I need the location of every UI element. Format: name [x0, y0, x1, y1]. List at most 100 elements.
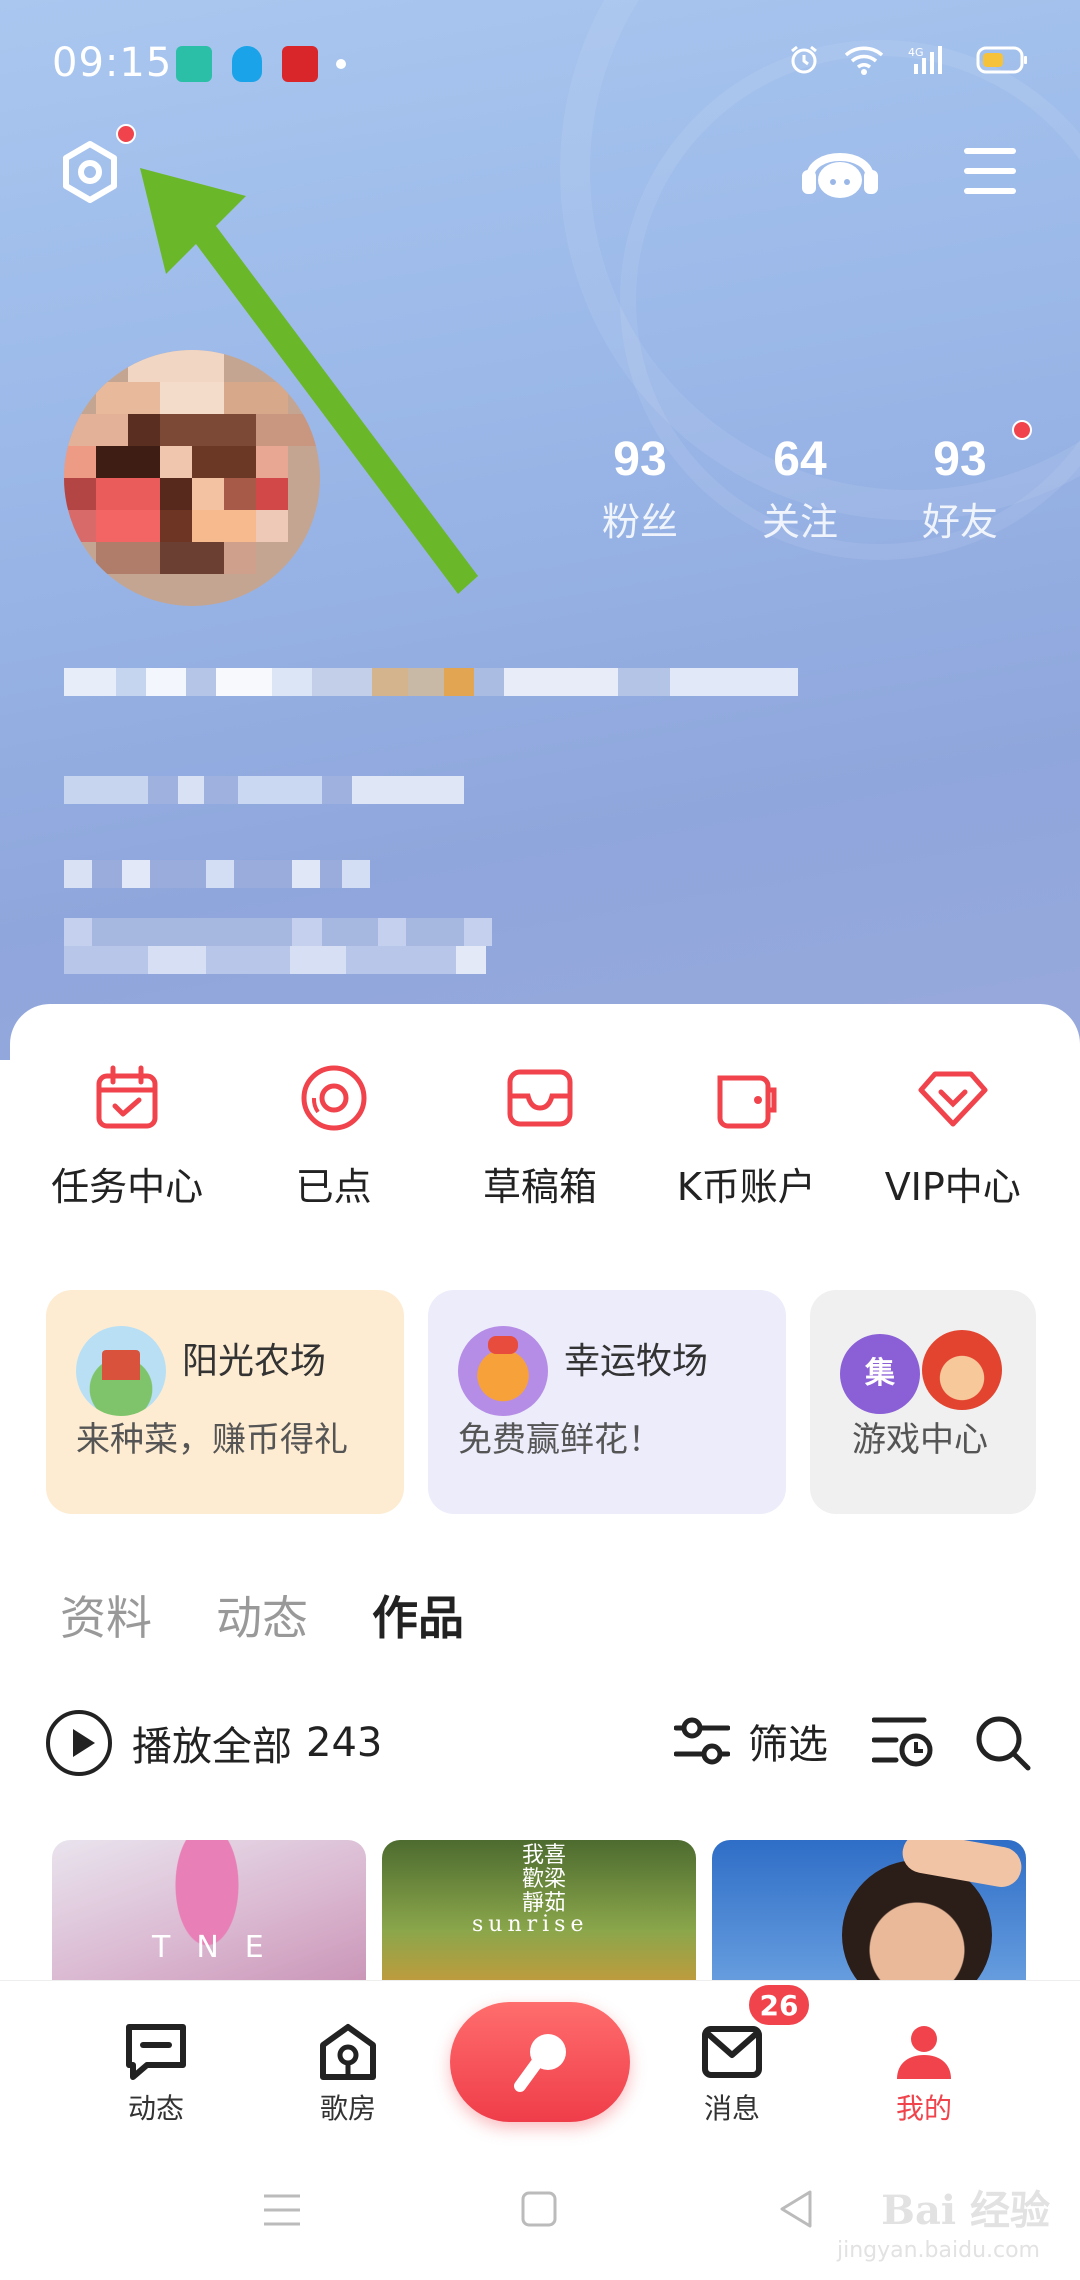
headset-icon — [802, 153, 878, 198]
diamond-icon — [918, 1071, 988, 1127]
work-cover-text: 我喜歡梁靜茹 — [522, 1843, 567, 1916]
recents-icon[interactable] — [262, 2192, 302, 2228]
filter-button[interactable]: 筛选 — [674, 1712, 828, 1770]
svg-text:4G: 4G — [908, 46, 924, 59]
work-cover[interactable]: TNE — [52, 1840, 366, 1990]
farm-icon — [76, 1326, 166, 1416]
following-stat[interactable]: 64 关注 — [720, 432, 880, 546]
nav-feed-label: 动态 — [127, 2092, 184, 2125]
drafts-label: 草稿箱 — [482, 1165, 597, 1209]
nav-feed[interactable]: 动态 — [96, 2021, 216, 2127]
works-grid: TNE 我喜歡梁靜茹 sunrise — [52, 1840, 1026, 1990]
lucky-ranch-subtitle: 免费赢鲜花！ — [458, 1420, 662, 1460]
obscured-bio-line-4 — [64, 946, 486, 974]
status-bar: 09:15 4G — [0, 0, 1080, 130]
settings-button[interactable] — [58, 140, 122, 204]
nav-rooms-label: 歌房 — [319, 2092, 376, 2125]
game-tile-text: 集 — [865, 1356, 895, 1391]
played-label: 已点 — [295, 1165, 372, 1209]
friends-label: 好友 — [921, 500, 998, 544]
alarm-icon — [791, 45, 817, 74]
play-icon — [46, 1710, 112, 1776]
notification-dot — [336, 59, 346, 69]
sunshine-farm-title: 阳光农场 — [182, 1341, 327, 1382]
work-cover-subtext: sunrise — [472, 1912, 589, 1937]
tab-works[interactable]: 作品 — [372, 1582, 464, 1648]
vip-center-label: VIP中心 — [884, 1165, 1021, 1209]
obscured-bio-line-3 — [64, 918, 492, 946]
nav-messages[interactable]: 消息 — [672, 2021, 792, 2127]
watermark-url: jingyan.baidu.com — [836, 2238, 1040, 2263]
qq-icon — [232, 46, 262, 82]
friends-stat[interactable]: 93 好友 — [880, 420, 1040, 546]
game-center-card[interactable]: 集 游戏中心 — [810, 1290, 1036, 1514]
ranch-icon — [458, 1326, 548, 1416]
status-time: 09:15 — [52, 40, 173, 86]
watermark-logo: Bai 经验 — [881, 2187, 1050, 2234]
inbox-icon — [507, 1069, 573, 1127]
messages-badge: 26 — [746, 1982, 812, 2028]
lucky-ranch-card[interactable]: 幸运牧场 免费赢鲜花！ — [428, 1290, 786, 1514]
obscured-bio-line-2 — [64, 860, 370, 888]
task-center-label: 任务中心 — [51, 1165, 204, 1209]
nav-rooms[interactable]: 歌房 — [288, 2021, 408, 2127]
boss-zhipin-icon — [176, 46, 212, 82]
disc-icon — [301, 1065, 367, 1131]
fans-label: 粉丝 — [601, 500, 678, 544]
filter-icon — [674, 1717, 730, 1765]
sunshine-farm-subtitle: 来种菜，赚币得礼 — [76, 1420, 348, 1460]
game-tile-icon: 集 — [840, 1334, 920, 1414]
microphone-icon — [514, 2034, 566, 2092]
obscured-username — [64, 668, 798, 696]
wifi-icon — [844, 46, 884, 75]
playlist-history-icon[interactable] — [872, 1714, 934, 1770]
search-icon[interactable] — [974, 1714, 1032, 1772]
play-all-button[interactable]: 播放全部 243 — [46, 1710, 382, 1776]
quick-actions: 任务中心 已点 草稿箱 K币账户 VIP中心 — [0, 1062, 1080, 1211]
back-icon[interactable] — [778, 2188, 814, 2230]
record-button[interactable] — [450, 2002, 630, 2122]
mail-icon — [702, 2026, 762, 2078]
game-center-label: 游戏中心 — [852, 1420, 988, 1460]
work-cover[interactable]: 我喜歡梁靜茹 sunrise — [382, 1840, 696, 1990]
gear-icon — [63, 141, 117, 203]
obscured-bio-line-1 — [64, 776, 464, 804]
following-count: 64 — [773, 433, 827, 486]
headset-button[interactable] — [800, 140, 880, 204]
game-character-icon — [922, 1330, 1002, 1410]
lucky-ranch-title: 幸运牧场 — [564, 1341, 709, 1382]
battery-icon — [976, 46, 1027, 74]
wallet-icon — [717, 1075, 777, 1129]
house-icon — [320, 2024, 376, 2080]
following-label: 关注 — [761, 500, 838, 544]
chat-bubble-icon — [126, 2024, 186, 2080]
work-cover[interactable] — [712, 1840, 1026, 1990]
profile-tabs: 资料 动态 作品 — [60, 1582, 464, 1648]
works-count: 243 — [306, 1720, 383, 1766]
played-button[interactable]: 已点 — [239, 1062, 429, 1211]
menu-button[interactable] — [962, 146, 1018, 196]
vip-center-button[interactable]: VIP中心 — [858, 1062, 1048, 1211]
nav-messages-label: 消息 — [703, 2092, 760, 2125]
profile-stats: 93 粉丝 64 关注 93 好友 — [560, 420, 1040, 546]
calendar-check-icon — [96, 1065, 158, 1129]
fans-count: 93 — [613, 433, 667, 486]
sunshine-farm-card[interactable]: 阳光农场 来种菜，赚币得礼 — [46, 1290, 404, 1514]
settings-notification-dot — [116, 124, 136, 144]
tab-activity[interactable]: 动态 — [216, 1582, 308, 1648]
friends-count: 93 — [933, 433, 987, 486]
menu-icon — [964, 148, 1016, 194]
drafts-button[interactable]: 草稿箱 — [445, 1062, 635, 1211]
home-icon[interactable] — [520, 2190, 558, 2228]
works-toolbar: 播放全部 243 筛选 — [46, 1706, 1036, 1782]
app-icon — [282, 46, 318, 82]
fans-stat[interactable]: 93 粉丝 — [560, 432, 720, 546]
tab-profile-info[interactable]: 资料 — [60, 1582, 152, 1648]
avatar[interactable] — [64, 350, 320, 606]
task-center-button[interactable]: 任务中心 — [32, 1062, 222, 1211]
kcoin-account-button[interactable]: K币账户 — [651, 1062, 841, 1211]
play-all-label: 播放全部 — [132, 1724, 292, 1770]
signal-icon: 4G — [908, 46, 942, 74]
nav-me[interactable]: 我的 — [864, 2021, 984, 2127]
filter-label: 筛选 — [748, 1722, 828, 1768]
